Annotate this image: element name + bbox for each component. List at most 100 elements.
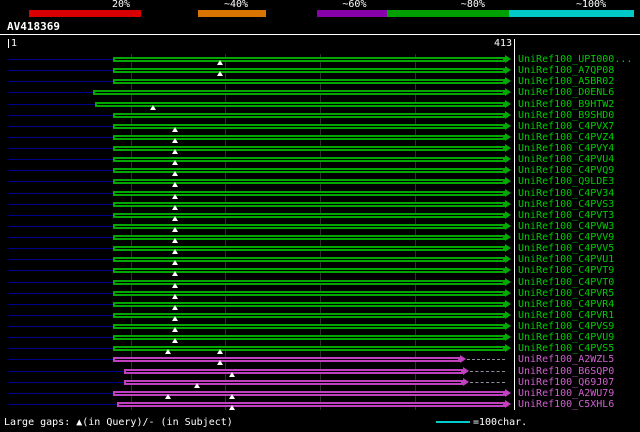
hit-label[interactable]: UniRef100_C4PVS9: [518, 321, 614, 332]
alignment-row[interactable]: [8, 354, 514, 366]
leader-line: [8, 359, 114, 361]
hit-label[interactable]: UniRef100_C4PVT9: [518, 265, 614, 276]
hit-label[interactable]: UniRef100_C4PVZ4: [518, 132, 614, 143]
alignment-row[interactable]: [8, 399, 514, 410]
hit-label[interactable]: UniRef100_C4PVW3: [518, 221, 614, 232]
scale-segment: [387, 10, 509, 17]
hit-label[interactable]: UniRef100_C5XHL6: [518, 399, 614, 410]
hit-bar[interactable]: [124, 368, 463, 374]
hit-label[interactable]: UniRef100_C4PVS3: [518, 199, 614, 210]
hit-bar[interactable]: [113, 68, 506, 74]
hit-bar[interactable]: [113, 357, 461, 363]
alignment-row[interactable]: [8, 366, 514, 377]
alignment-row[interactable]: [8, 288, 514, 299]
hit-label[interactable]: UniRef100_B6SQP0: [518, 366, 614, 377]
alignment-row[interactable]: [8, 332, 514, 344]
hit-label[interactable]: UniRef100_C4PV34: [518, 188, 614, 199]
gap-marker: [229, 404, 236, 410]
alignment-row[interactable]: [8, 165, 514, 177]
alignment-row[interactable]: [8, 210, 514, 221]
hit-bar-arrow: [505, 132, 512, 141]
hit-label[interactable]: UniRef100_D0ENL6: [518, 87, 614, 98]
hit-label[interactable]: UniRef100_C4PVR4: [518, 299, 614, 310]
alignment-row[interactable]: [8, 99, 514, 110]
alignment-row[interactable]: [8, 343, 514, 355]
hit-label[interactable]: UniRef100_C4PVR5: [518, 288, 614, 299]
alignment-row[interactable]: [8, 321, 514, 332]
alignment-row[interactable]: [8, 221, 514, 232]
alignment-row[interactable]: [8, 143, 514, 154]
alignment-row[interactable]: [8, 76, 514, 87]
hit-label[interactable]: UniRef100_A7QP08: [518, 65, 614, 76]
blast-graphic-screen: 20% ~40% ~60% ~80% ~100% AV418369 1 413 UniR…: [0, 0, 640, 432]
hit-label[interactable]: UniRef100_C4PVT3: [518, 210, 614, 221]
alignment-row[interactable]: [8, 277, 514, 288]
tail-line: [469, 381, 506, 383]
alignment-row[interactable]: [8, 87, 514, 98]
leader-line: [8, 114, 114, 116]
hit-label[interactable]: UniRef100_A2WU79: [518, 388, 614, 399]
alignment-row[interactable]: [8, 121, 514, 132]
hit-label[interactable]: UniRef100_UPI000...: [518, 54, 632, 65]
hit-label[interactable]: UniRef100_B9SHD0: [518, 110, 614, 121]
hit-label[interactable]: UniRef100_Q9LDE3: [518, 176, 614, 187]
hit-bar-arrow: [505, 288, 512, 297]
alignment-row[interactable]: [8, 132, 514, 143]
alignment-row[interactable]: [8, 254, 514, 266]
alignment-row[interactable]: [8, 232, 514, 243]
hit-bar[interactable]: [92, 90, 506, 96]
leader-line: [8, 70, 114, 72]
scale-segment: [508, 10, 634, 17]
hit-label[interactable]: UniRef100_B9HTW2: [518, 99, 614, 110]
alignment-row[interactable]: [8, 65, 514, 77]
leader-line: [8, 203, 114, 205]
hit-label[interactable]: UniRef100_A5BR02: [518, 76, 614, 87]
alignment-row[interactable]: [8, 154, 514, 166]
hit-bar[interactable]: [117, 401, 506, 407]
hit-label[interactable]: UniRef100_C4PVU9: [518, 332, 614, 343]
hit-label[interactable]: UniRef100_C4PVY4: [518, 143, 614, 154]
hit-bar[interactable]: [113, 112, 506, 118]
alignment-row[interactable]: [8, 243, 514, 255]
hit-bar-arrow: [505, 77, 512, 86]
hit-label[interactable]: UniRef100_C4PVU4: [518, 154, 614, 165]
hit-label[interactable]: UniRef100_C4PVQ9: [518, 165, 614, 176]
hit-label[interactable]: UniRef100_A2WZL5: [518, 354, 614, 365]
hit-label[interactable]: UniRef100_C4PVU1: [518, 254, 614, 265]
alignment-row[interactable]: [8, 176, 514, 188]
hit-label[interactable]: UniRef100_C4PVR1: [518, 310, 614, 321]
alignment-row[interactable]: [8, 265, 514, 277]
alignment-row[interactable]: [8, 299, 514, 310]
leader-line: [8, 159, 114, 161]
leader-line: [8, 125, 114, 127]
hit-bar[interactable]: [113, 390, 506, 396]
hit-bar-arrow: [505, 144, 512, 152]
alignment-row[interactable]: [8, 110, 514, 121]
hit-bar-arrow: [460, 355, 467, 364]
hit-label[interactable]: UniRef100_C4PVX7: [518, 121, 614, 132]
hit-bar[interactable]: [113, 57, 506, 62]
query-name: AV418369: [7, 20, 60, 33]
leader-line: [8, 259, 114, 261]
alignment-row[interactable]: [8, 377, 514, 388]
hit-label[interactable]: UniRef100_C4PVV5: [518, 243, 614, 254]
hit-bar[interactable]: [113, 346, 506, 352]
hit-bar[interactable]: [124, 379, 463, 385]
hit-label[interactable]: UniRef100_Q69J07: [518, 377, 614, 388]
alignment-row[interactable]: [8, 188, 514, 199]
alignment-row[interactable]: [8, 388, 514, 399]
alignment-row[interactable]: [8, 199, 514, 210]
query-end-label: 413: [493, 38, 512, 49]
alignment-row[interactable]: [8, 310, 514, 321]
query-start-tick: [8, 39, 9, 48]
alignment-row[interactable]: [8, 54, 514, 65]
hit-bar-arrow: [505, 88, 512, 97]
hit-label[interactable]: UniRef100_C4PVS5: [518, 343, 614, 354]
hit-bar[interactable]: [113, 79, 506, 85]
leader-line: [8, 181, 114, 183]
scale-segment: [0, 10, 29, 17]
leader-line: [8, 303, 114, 305]
hit-label[interactable]: UniRef100_C4PVV9: [518, 232, 614, 243]
hit-label[interactable]: UniRef100_C4PVT0: [518, 277, 614, 288]
hit-bar[interactable]: [94, 101, 506, 107]
